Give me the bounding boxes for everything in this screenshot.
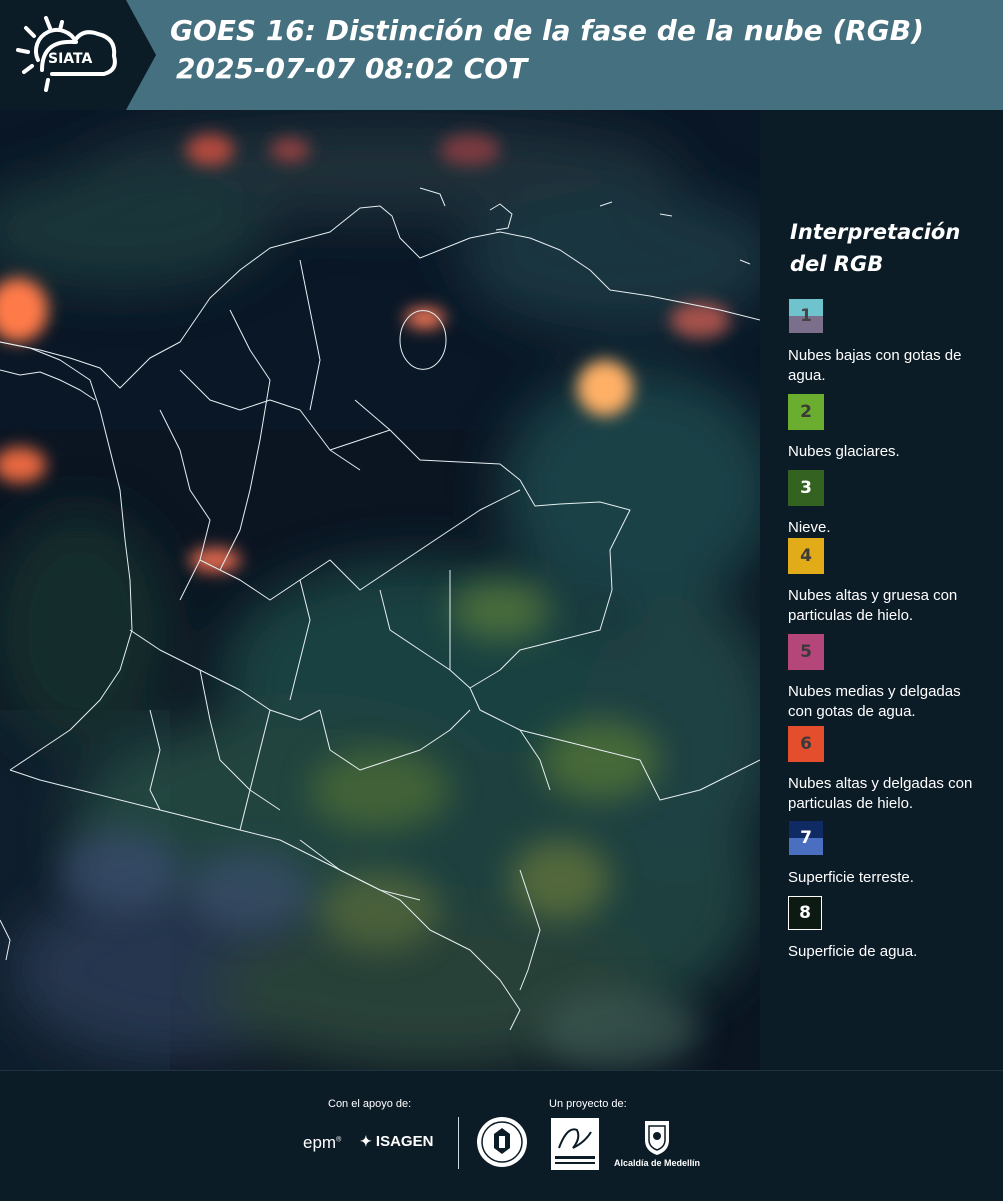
legend-title: Interpretación del RGB [790,216,990,280]
alcaldia-text: Alcaldía de Medellín [613,1158,701,1168]
legend-item-3: 3 Nieve. [788,470,988,538]
legend-number: 6 [800,734,812,754]
epm-logo[interactable]: epm® [303,1133,341,1153]
logo-text: SIATA [48,51,93,67]
legend-number: 4 [800,546,812,566]
isagen-star-icon: ✦ [360,1133,372,1149]
project-label: Un proyecto de: [549,1098,627,1110]
legend-swatch-4: 4 [788,538,824,574]
legend-item-8: 8 Superficie de agua. [788,896,988,962]
legend-item-7: 7 Superficie terreste. [788,820,988,888]
legend-item-5: 5 Nubes medias y delgadas con gotas de a… [788,634,988,722]
legend-item-4: 4 Nubes altas y gruesa con particulas de… [788,538,988,626]
legend-swatch-1: 1 [788,298,824,334]
alcaldia-shield-icon [645,1121,669,1155]
siata-logo[interactable]: SIATA [12,12,128,98]
header-bar: SIATA GOES 16: Distinción de la fase de … [0,0,1003,110]
alcaldia-logo[interactable]: Alcaldía de Medellín [612,1118,702,1170]
legend-label: Nubes glaciares. [788,443,900,460]
footer-divider [458,1117,459,1169]
legend-number: 1 [800,306,812,326]
isagen-logo[interactable]: ✦ ISAGEN [360,1133,433,1150]
legend-label: Nubes medias y delgadas con gotas de agu… [788,683,961,720]
legend-swatch-3: 3 [788,470,824,506]
title-line-2: 2025-07-07 08:02 COT [176,52,528,85]
legend-label: Nieve. [788,519,831,536]
legend-number: 8 [799,903,811,923]
legend-item-1: 1 Nubes bajas con gotas de agua. [788,298,988,386]
legend-number: 2 [800,402,812,422]
support-label: Con el apoyo de: [328,1098,412,1110]
legend-number: 3 [800,478,812,498]
legend-label: Nubes bajas con gotas de agua. [788,347,962,384]
footer: Con el apoyo de: Un proyecto de: epm® ✦ … [0,1070,1003,1201]
legend-swatch-5: 5 [788,634,824,670]
isagen-text: ISAGEN [375,1133,434,1150]
legend-label: Superficie terreste. [788,869,914,886]
legend-label: Nubes altas y delgadas con particulas de… [788,775,973,812]
satellite-image [0,110,760,1070]
university-seal-icon[interactable] [476,1116,528,1168]
legend-swatch-8: 8 [788,896,822,930]
legend-swatch-2: 2 [788,394,824,430]
legend-item-2: 2 Nubes glaciares. [788,394,988,462]
legend-label: Nubes altas y gruesa con particulas de h… [788,587,958,624]
page-title: GOES 16: Distinción de la fase de la nub… [170,12,990,88]
legend-title-line-1: Interpretación [790,220,961,244]
legend-label: Superficie de agua. [788,943,918,960]
legend-panel: Interpretación del RGB 1 Nubes bajas con… [760,110,1003,1070]
legend-swatch-6: 6 [788,726,824,762]
legend-number: 7 [800,828,812,848]
title-line-1: GOES 16: Distinción de la fase de la nub… [170,14,924,47]
legend-number: 5 [800,642,812,662]
legend-item-6: 6 Nubes altas y delgadas con particulas … [788,726,988,814]
legend-title-line-2: del RGB [790,252,884,276]
legend-swatch-7: 7 [788,820,824,856]
area-metropolitana-logo-icon[interactable] [551,1118,599,1170]
epm-text: epm [303,1133,337,1152]
sun-cloud-icon: SIATA [16,16,117,92]
satellite-map[interactable] [0,110,760,1070]
